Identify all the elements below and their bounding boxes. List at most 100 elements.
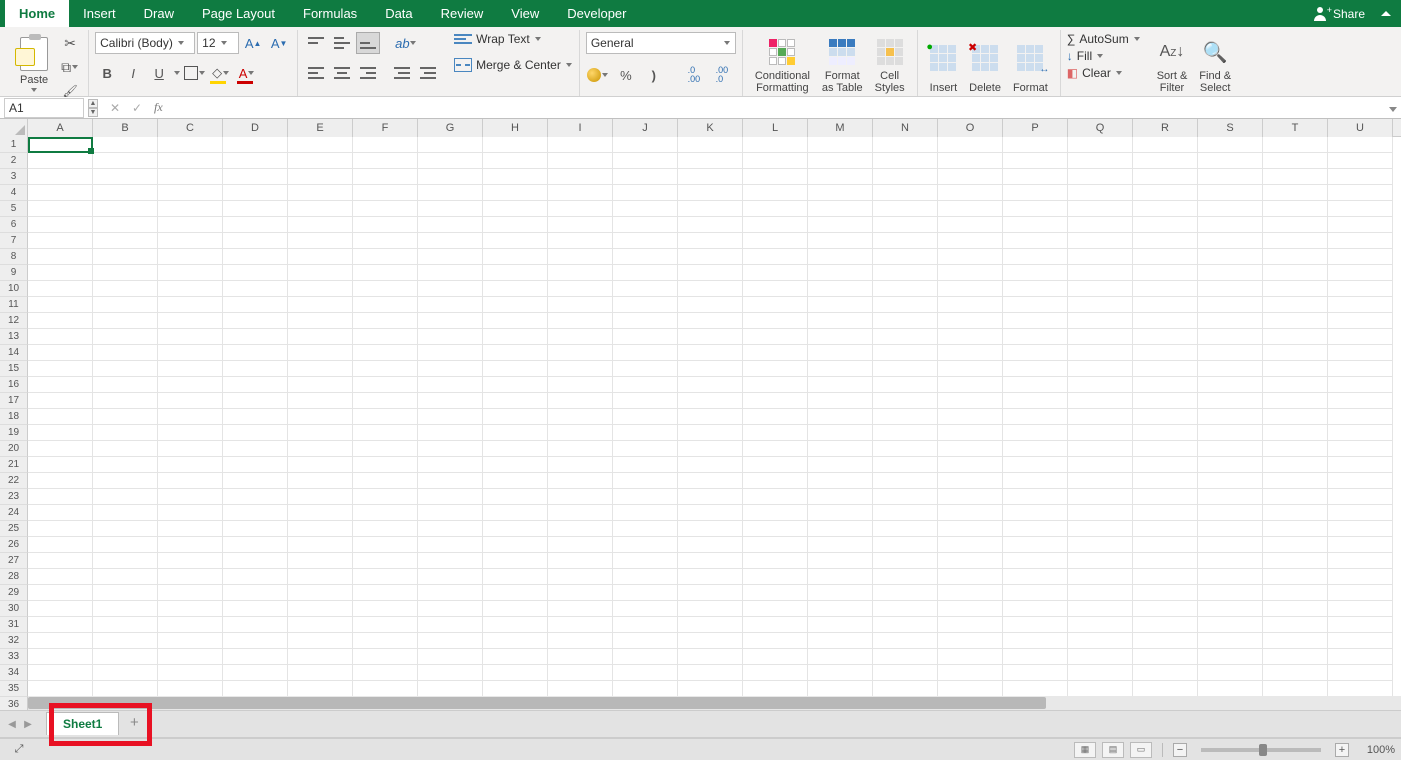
cell[interactable]: [483, 249, 548, 265]
cell[interactable]: [938, 473, 1003, 489]
cell[interactable]: [418, 473, 483, 489]
cell[interactable]: [483, 649, 548, 665]
row-header[interactable]: 14: [0, 345, 28, 361]
cell[interactable]: [1003, 233, 1068, 249]
cell[interactable]: [353, 377, 418, 393]
cell[interactable]: [938, 297, 1003, 313]
cell[interactable]: [678, 473, 743, 489]
cell[interactable]: [548, 425, 613, 441]
cell[interactable]: [1133, 521, 1198, 537]
cell[interactable]: [1328, 441, 1393, 457]
cell[interactable]: [743, 313, 808, 329]
cell[interactable]: [873, 521, 938, 537]
cell[interactable]: [1198, 377, 1263, 393]
cell[interactable]: [678, 585, 743, 601]
cell[interactable]: [1003, 153, 1068, 169]
cell[interactable]: [613, 553, 678, 569]
cell[interactable]: [1328, 617, 1393, 633]
cell[interactable]: [418, 297, 483, 313]
cell[interactable]: [1198, 137, 1263, 153]
cell[interactable]: [743, 425, 808, 441]
column-header[interactable]: H: [483, 119, 548, 137]
cell[interactable]: [613, 457, 678, 473]
cell[interactable]: [678, 537, 743, 553]
cell[interactable]: [548, 313, 613, 329]
cell[interactable]: [28, 265, 93, 281]
cell[interactable]: [288, 409, 353, 425]
cell[interactable]: [28, 329, 93, 345]
increase-decimal-button[interactable]: .0.00: [682, 64, 706, 86]
cut-button[interactable]: [58, 32, 82, 54]
cell[interactable]: [483, 601, 548, 617]
cell[interactable]: [93, 185, 158, 201]
cell[interactable]: [548, 233, 613, 249]
cell[interactable]: [1003, 537, 1068, 553]
tab-page-layout[interactable]: Page Layout: [188, 0, 289, 27]
cell[interactable]: [743, 505, 808, 521]
select-all-corner[interactable]: [0, 119, 28, 137]
align-right-button[interactable]: [356, 62, 380, 84]
sheet-nav-next[interactable]: ▶: [20, 716, 36, 732]
italic-button[interactable]: I: [121, 62, 145, 84]
cell[interactable]: [1328, 185, 1393, 201]
cell[interactable]: [1068, 185, 1133, 201]
cell[interactable]: [1003, 345, 1068, 361]
cell[interactable]: [678, 281, 743, 297]
cell[interactable]: [223, 569, 288, 585]
cell[interactable]: [1133, 553, 1198, 569]
cell[interactable]: [1133, 617, 1198, 633]
cell[interactable]: [1328, 329, 1393, 345]
cell[interactable]: [1003, 553, 1068, 569]
cell[interactable]: [353, 409, 418, 425]
cell[interactable]: [873, 297, 938, 313]
cell[interactable]: [93, 569, 158, 585]
cell[interactable]: [1133, 505, 1198, 521]
formula-input[interactable]: [169, 98, 1385, 118]
cell[interactable]: [1133, 585, 1198, 601]
cell[interactable]: [613, 537, 678, 553]
row-header[interactable]: 2: [0, 153, 28, 169]
cell[interactable]: [1198, 265, 1263, 281]
cell[interactable]: [288, 329, 353, 345]
cell[interactable]: [613, 521, 678, 537]
cell[interactable]: [548, 457, 613, 473]
cell[interactable]: [1003, 409, 1068, 425]
cell[interactable]: [1068, 521, 1133, 537]
cell[interactable]: [743, 233, 808, 249]
cell[interactable]: [938, 409, 1003, 425]
cell[interactable]: [808, 681, 873, 697]
cell[interactable]: [158, 601, 223, 617]
cell[interactable]: [548, 201, 613, 217]
cell[interactable]: [873, 249, 938, 265]
cell[interactable]: [353, 585, 418, 601]
cell[interactable]: [28, 505, 93, 521]
cell[interactable]: [158, 649, 223, 665]
cell[interactable]: [223, 329, 288, 345]
cell[interactable]: [223, 217, 288, 233]
cell[interactable]: [483, 585, 548, 601]
cell[interactable]: [223, 457, 288, 473]
cell[interactable]: [1003, 601, 1068, 617]
cell[interactable]: [938, 601, 1003, 617]
cell[interactable]: [1133, 633, 1198, 649]
cell[interactable]: [418, 505, 483, 521]
row-header[interactable]: 13: [0, 329, 28, 345]
cell[interactable]: [808, 473, 873, 489]
cell[interactable]: [938, 649, 1003, 665]
cell[interactable]: [353, 489, 418, 505]
zoom-level[interactable]: 100%: [1355, 744, 1395, 756]
cell[interactable]: [1003, 201, 1068, 217]
row-header[interactable]: 32: [0, 633, 28, 649]
cell[interactable]: [483, 345, 548, 361]
cell[interactable]: [1003, 441, 1068, 457]
cell[interactable]: [743, 265, 808, 281]
cell[interactable]: [93, 249, 158, 265]
column-header[interactable]: A: [28, 119, 93, 137]
cell[interactable]: [938, 137, 1003, 153]
cell[interactable]: [808, 521, 873, 537]
cell[interactable]: [808, 505, 873, 521]
cell[interactable]: [1003, 361, 1068, 377]
cell[interactable]: [548, 217, 613, 233]
cell[interactable]: [1068, 585, 1133, 601]
cell[interactable]: [678, 153, 743, 169]
